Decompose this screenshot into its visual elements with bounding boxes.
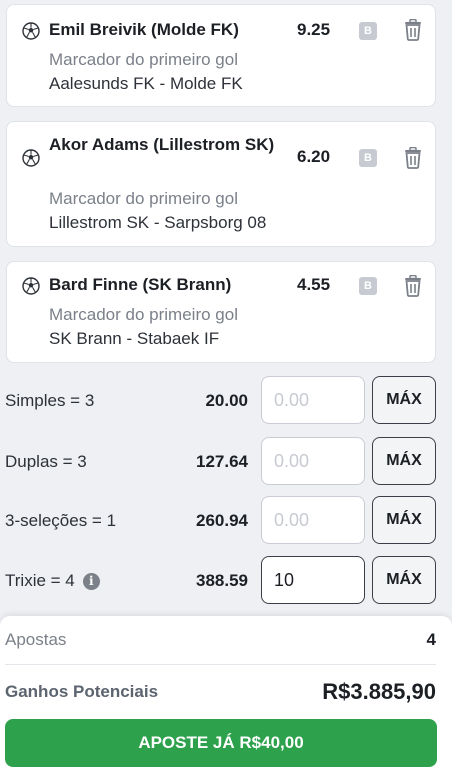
selection-match: Lillestrom SK - Sarpsborg 08 [49,213,267,232]
bet-builder-badge: B [359,22,377,40]
max-button[interactable]: MÁX [372,556,436,604]
potential-winnings-label: Ganhos Potenciais [5,682,159,701]
potential-winnings-value: R$3.885,90 [322,679,436,704]
selection-player: Emil Breivik (Molde FK) [49,20,239,39]
bet-builder-badge: B [359,277,377,295]
apostas-count: 4 [426,630,436,649]
system-label: Simples = 3 [5,389,94,413]
selection-player: Akor Adams (Lillestrom SK) [49,135,275,154]
selection-odds: 6.20 [297,147,331,166]
max-button[interactable]: MÁX [372,376,436,424]
betslip-footer: Apostas 4 Ganhos Potenciais R$3.885,90 A… [0,616,452,776]
stake-input[interactable] [261,496,365,544]
selection-card: Akor Adams (Lillestrom SK) 6.20 B Marcad… [6,121,436,247]
place-bet-button[interactable]: APOSTE JÁ R$40,00 [5,719,437,767]
system-row-simples: Simples = 3 20.00 MÁX [0,376,452,426]
soccer-ball-icon [22,149,40,167]
apostas-label: Apostas [5,630,67,649]
system-label: 3-seleções = 1 [5,509,116,533]
max-button[interactable]: MÁX [372,496,436,544]
system-label: Duplas = 3 [5,450,87,474]
trash-icon[interactable] [403,275,423,297]
system-odds-value: 388.59 [196,571,248,590]
selection-market: Marcador do primeiro gol [49,305,238,324]
system-row-trixie: Trixie = 4 i 388.59 MÁX [0,556,452,606]
selection-odds: 9.25 [297,20,331,39]
selection-market: Marcador do primeiro gol [49,50,238,69]
system-label-text: Duplas = 3 [5,452,87,471]
selection-match: SK Brann - Stabaek IF [49,329,220,348]
selection-card: Emil Breivik (Molde FK) 9.25 B Marcador … [6,4,436,107]
max-button[interactable]: MÁX [372,437,436,485]
divider [5,664,436,665]
selection-card: Bard Finne (SK Brann) 4.55 B Marcador do… [6,261,436,363]
info-icon[interactable]: i [82,572,100,590]
selection-player: Bard Finne (SK Brann) [49,275,232,294]
system-odds-value: 20.00 [205,391,248,410]
system-label-text: Simples = 3 [5,391,95,410]
system-label-text: 3-seleções = 1 [5,511,117,530]
system-label-text: Trixie = 4 [5,571,75,590]
stake-input[interactable] [261,437,365,485]
system-label: Trixie = 4 i [5,569,100,593]
bet-builder-badge: B [359,149,377,167]
soccer-ball-icon [22,22,40,40]
system-row-3-selecoes: 3-seleções = 1 260.94 MÁX [0,496,452,546]
stake-input[interactable] [261,376,365,424]
system-odds-value: 260.94 [196,511,248,530]
trash-icon[interactable] [403,19,423,41]
selection-match: Aalesunds FK - Molde FK [49,74,243,93]
system-row-duplas: Duplas = 3 127.64 MÁX [0,437,452,487]
system-odds-value: 127.64 [196,452,248,471]
soccer-ball-icon [22,277,40,295]
stake-input[interactable] [261,556,365,604]
trash-icon[interactable] [403,147,423,169]
selection-odds: 4.55 [297,275,331,294]
selection-market: Marcador do primeiro gol [49,189,238,208]
